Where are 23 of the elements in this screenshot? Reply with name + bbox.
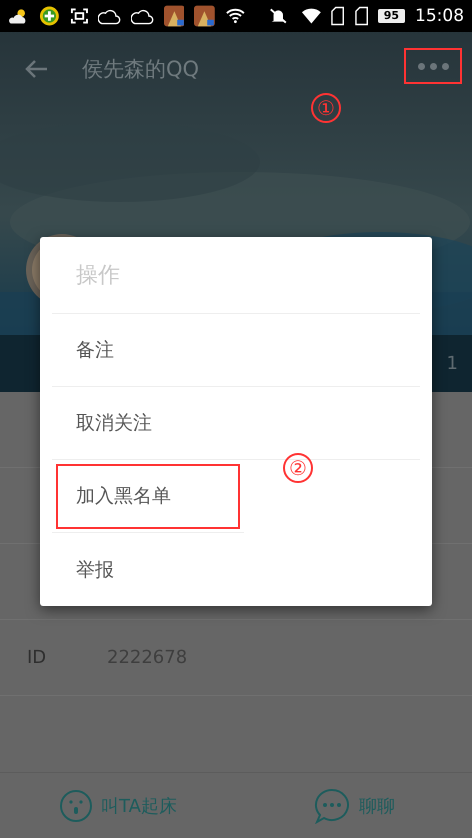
menu-item[interactable]: 加入黑名单 [52, 460, 244, 533]
step-number: ② [283, 453, 313, 483]
page-title: 侯先森的QQ [82, 56, 200, 83]
battery-level: 95 [378, 9, 406, 23]
fans-count: 1 [446, 353, 458, 374]
clock-time: 15:08 [415, 6, 464, 26]
screenshot-icon [70, 7, 88, 25]
menu-item[interactable]: 备注 [52, 314, 420, 387]
chat-bubble-icon [313, 788, 351, 824]
sim-card-icon [331, 6, 344, 26]
sim-card-icon [354, 6, 368, 26]
more-button[interactable] [404, 48, 462, 84]
menu-item[interactable]: 取消关注 [52, 387, 420, 460]
step-number: ① [311, 93, 341, 123]
plus-app-icon [38, 5, 60, 27]
back-arrow-icon[interactable] [24, 59, 48, 79]
game-app-icon [194, 5, 216, 27]
row-label: ID [27, 647, 48, 668]
wifi-icon [225, 7, 246, 25]
game-app-icon [164, 5, 184, 27]
menu-item[interactable]: 举报 [52, 533, 420, 606]
surprised-face-icon [59, 788, 94, 822]
wifi-icon [300, 7, 322, 25]
